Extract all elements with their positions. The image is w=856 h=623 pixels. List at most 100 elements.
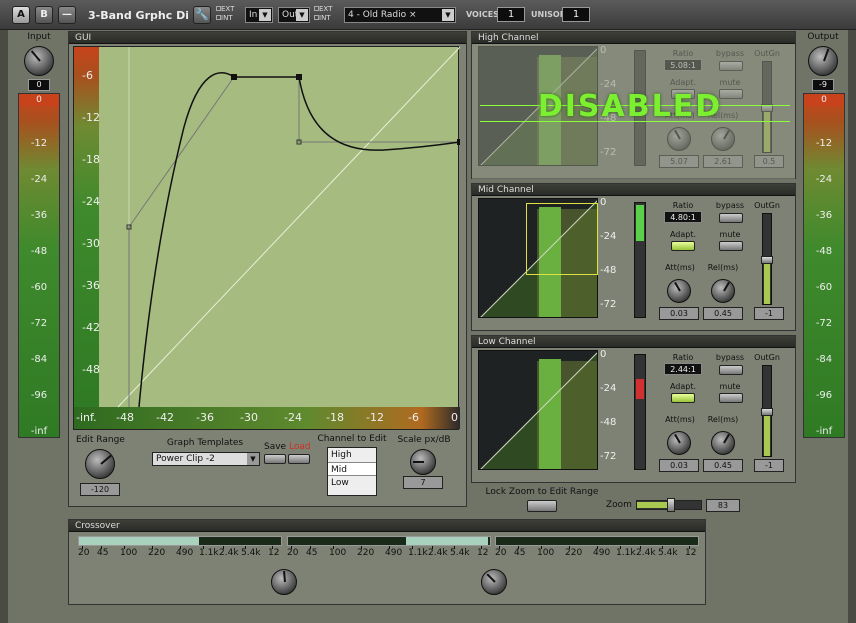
mid-zoom-rect — [526, 203, 598, 275]
low-rel-knob[interactable] — [711, 431, 735, 455]
crossover-tick-mark — [412, 546, 413, 549]
input-select[interactable]: In ▼ — [245, 7, 273, 23]
low-outgn-handle[interactable] — [761, 408, 773, 416]
scale-label: Scale px/dB — [397, 435, 451, 445]
low-att-value[interactable]: 0.03 — [659, 459, 699, 472]
mid-tick-label: 0 — [600, 197, 607, 208]
scale-knob[interactable] — [410, 449, 436, 475]
mid-bypass-button[interactable] — [719, 213, 743, 223]
output-select[interactable]: Out ▼ — [278, 7, 310, 23]
scale-value[interactable]: 7 — [403, 476, 443, 489]
crossover-tick-mark — [620, 546, 621, 549]
crossover-tick-mark — [203, 546, 204, 549]
low-adapt-button[interactable] — [671, 393, 695, 403]
crossover-tick-label: 45 — [514, 548, 526, 558]
channel-item-low[interactable]: Low — [328, 476, 376, 490]
instrument-title: 3-Band Grphc Dis — [88, 9, 188, 22]
low-mute-button[interactable] — [719, 393, 743, 403]
in-ext-int-toggle[interactable]: EXT INT — [216, 6, 234, 22]
low-mute-label: mute — [719, 382, 741, 391]
crossover-band-bar[interactable] — [287, 536, 491, 546]
crossover-tick-label: 220 — [565, 548, 583, 558]
y-tick-label: -48 — [82, 363, 100, 376]
meter-tick-label: -48 — [30, 246, 48, 257]
low-bypass-button[interactable] — [719, 365, 743, 375]
mid-rel-knob[interactable] — [711, 279, 735, 303]
output-knob[interactable] — [808, 46, 838, 76]
low-bypass-label: bypass — [715, 353, 745, 362]
channel-item-high[interactable]: High — [328, 448, 376, 462]
low-att-knob[interactable] — [667, 431, 691, 455]
crossover-tick-mark — [689, 546, 690, 549]
crossover-tick-label: 100 — [329, 548, 347, 558]
edit-range-knob[interactable] — [85, 449, 115, 479]
x-tick-label: 0 — [451, 411, 458, 424]
mid-level-meter — [634, 202, 646, 318]
crossover-tick-label: 20 — [287, 548, 299, 558]
crossover-band-bar[interactable] — [495, 536, 699, 546]
edit-range-value[interactable]: -120 — [80, 483, 120, 496]
zoom-slider-handle[interactable] — [667, 498, 675, 512]
curve-graph[interactable] — [74, 47, 460, 431]
load-button[interactable] — [288, 454, 310, 464]
low-tick-label: 0 — [600, 349, 607, 360]
low-rel-label: Rel(ms) — [707, 415, 739, 424]
mid-mute-button[interactable] — [719, 241, 743, 251]
high-disabled-banner: DISABLED — [537, 89, 723, 124]
crossover-tick-label: 45 — [97, 548, 109, 558]
meter-tick-label: -84 — [815, 354, 833, 365]
crossover-band-bar[interactable] — [78, 536, 282, 546]
b-button[interactable]: B — [35, 6, 53, 24]
mid-outgn-value[interactable]: -1 — [754, 307, 784, 320]
crossover-tick-mark — [245, 546, 246, 549]
mid-ratio-value[interactable]: 4.80:1 — [664, 211, 702, 223]
a-button[interactable]: A — [12, 6, 30, 24]
wrench-icon[interactable]: 🔧 — [193, 6, 211, 24]
lock-zoom-button[interactable] — [527, 500, 557, 512]
low-tick-label: -24 — [600, 383, 617, 394]
meter-tick-label: -72 — [815, 318, 833, 329]
int-label: INT — [221, 14, 233, 22]
input-meter: 0 -12 -24 -36 -48 -60 -72 -84 -96 -inf — [18, 93, 60, 438]
low-adapt-label: Adapt. — [669, 382, 697, 391]
output-meter: 0 -12 -24 -36 -48 -60 -72 -84 -96 -inf — [803, 93, 845, 438]
low-ratio-value[interactable]: 2.44:1 — [664, 363, 702, 375]
mid-outgn-slider[interactable] — [761, 213, 773, 305]
input-value[interactable]: 0 — [28, 79, 50, 91]
transfer-curve-editor[interactable]: -6 -12 -18 -24 -30 -36 -42 -48 -inf. -48 -42 -36 -30… — [73, 46, 460, 431]
output-value[interactable]: -9 — [812, 79, 834, 91]
meter-tick-label: -24 — [30, 174, 48, 185]
low-rel-value[interactable]: 0.45 — [703, 459, 743, 472]
crossover-tick-label: 20 — [495, 548, 507, 558]
lock-zoom-label: Lock Zoom to Edit Range — [485, 487, 599, 497]
low-outgn-slider[interactable] — [761, 365, 773, 457]
input-select-value: In — [249, 10, 258, 20]
out-ext-int-toggle[interactable]: EXT INT — [314, 6, 332, 22]
graph-templates-select[interactable]: Power Clip -2 ▼ — [152, 452, 260, 466]
voices-field[interactable]: 1 — [497, 7, 525, 22]
zoom-slider[interactable] — [636, 498, 702, 512]
channel-item-mid[interactable]: Mid — [328, 462, 376, 476]
unison-field[interactable]: 1 — [562, 7, 590, 22]
zoom-value[interactable]: 83 — [706, 499, 740, 512]
input-knob[interactable] — [24, 46, 54, 76]
mid-adapt-button[interactable] — [671, 241, 695, 251]
mid-rel-value[interactable]: 0.45 — [703, 307, 743, 320]
channel-list[interactable]: High Mid Low — [327, 447, 377, 496]
crossover-low-knob[interactable] — [271, 569, 297, 595]
mid-att-knob[interactable] — [667, 279, 691, 303]
meter-tick-label: -60 — [815, 282, 833, 293]
save-button[interactable] — [264, 454, 286, 464]
minimize-button[interactable]: — — [58, 6, 76, 24]
low-outgn-value[interactable]: -1 — [754, 459, 784, 472]
y-tick-label: -18 — [82, 153, 100, 166]
low-channel-graph[interactable] — [478, 350, 598, 470]
meter-tick-label: -96 — [815, 390, 833, 401]
preset-select[interactable]: 4 - Old Radio × ▼ — [344, 7, 456, 23]
gui-panel-title: GUI — [69, 32, 466, 44]
mid-outgn-handle[interactable] — [761, 256, 773, 264]
crossover-tick-mark — [333, 546, 334, 549]
mid-att-value[interactable]: 0.03 — [659, 307, 699, 320]
crossover-high-knob[interactable] — [481, 569, 507, 595]
load-label: Load — [288, 442, 311, 452]
